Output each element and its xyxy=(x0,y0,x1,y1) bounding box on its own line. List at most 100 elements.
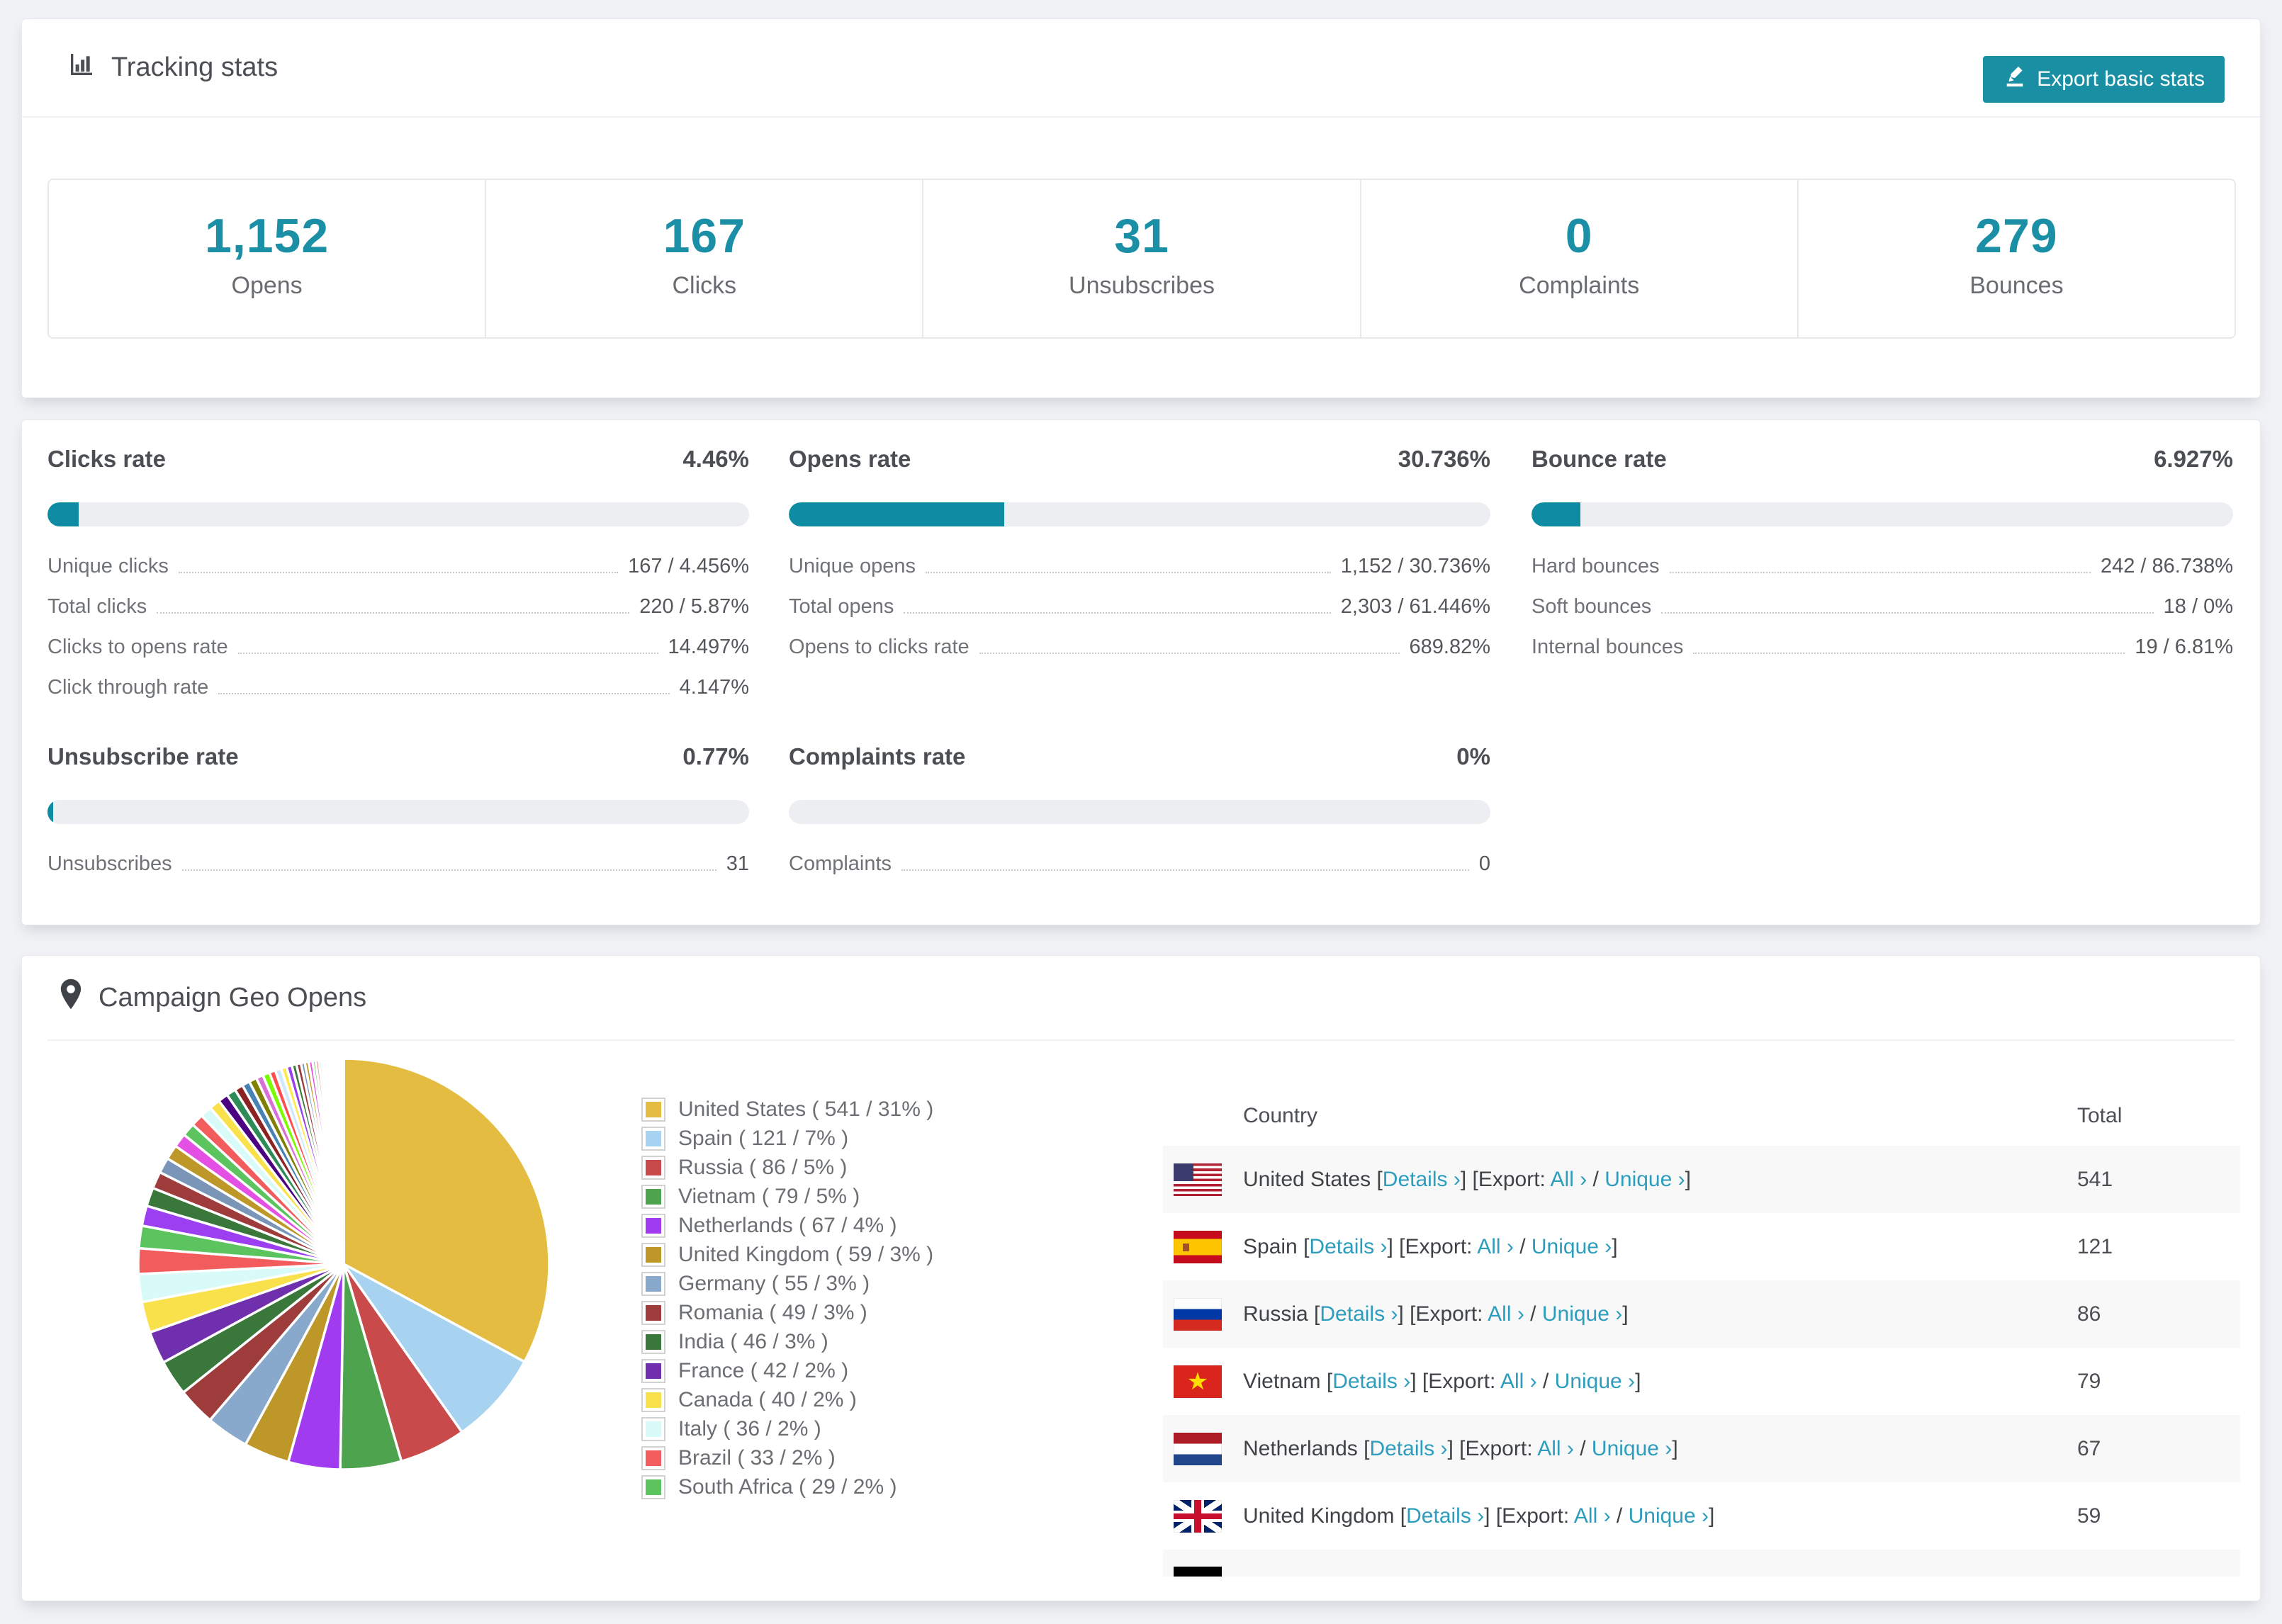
details-link[interactable]: Details › xyxy=(1369,1437,1447,1460)
dotted-leader xyxy=(901,869,1469,871)
rates-card: Clicks rate 4.46% Unique clicks 167 / 4.456… xyxy=(21,419,2261,925)
export-all-link[interactable]: All › xyxy=(1488,1302,1524,1326)
export-label: [Export: xyxy=(1399,1234,1478,1258)
geo-divider xyxy=(47,1039,2235,1041)
tracking-stats-card: Tracking stats Export basic stats 1,152 O… xyxy=(21,18,2261,398)
legend-swatch-color xyxy=(646,1275,661,1292)
stat-value: 1,152 xyxy=(205,209,330,263)
geo-total-value: 121 xyxy=(2077,1234,2113,1258)
rate-detail-rows: Unique clicks 167 / 4.456% Total clicks 220… xyxy=(47,538,749,699)
rate-value: 0% xyxy=(1456,743,1490,769)
export-icon xyxy=(2003,64,2027,94)
legend-swatch xyxy=(641,1126,665,1151)
legend-swatch-color xyxy=(646,1130,661,1146)
geo-titlebar: Campaign Geo Opens xyxy=(59,956,366,1039)
legend-label: United States ( 541 / 31% ) xyxy=(678,1097,934,1121)
export-unique-link[interactable]: Unique › xyxy=(1555,1370,1635,1393)
rate-progress-track xyxy=(1531,502,2233,526)
export-all-link[interactable]: All › xyxy=(1551,1168,1587,1191)
legend-item-romania: Romania ( 49 / 3% ) xyxy=(641,1298,933,1327)
detail-label: Soft bounces xyxy=(1531,595,1652,619)
map-pin-icon xyxy=(59,978,83,1017)
rate-detail-row: Total opens 2,303 / 61.446% xyxy=(789,578,1490,619)
detail-value: 19 / 6.81% xyxy=(2135,636,2233,659)
legend-swatch xyxy=(641,1445,665,1470)
export-unique-link[interactable]: Unique › xyxy=(1531,1235,1612,1258)
detail-label: Opens to clicks rate xyxy=(789,636,969,659)
dotted-leader xyxy=(979,653,1400,654)
legend-item-united-kingdom: United Kingdom ( 59 / 3% ) xyxy=(641,1240,933,1269)
detail-value: 14.497% xyxy=(668,636,750,659)
country-name: Netherlands xyxy=(1243,1436,1364,1460)
export-label: [Export: xyxy=(1410,1302,1488,1326)
legend-swatch-color xyxy=(646,1159,661,1175)
stat-card-opens: 1,152 Opens xyxy=(49,180,485,337)
pie-slice-other[interactable] xyxy=(342,1057,345,1265)
rate-detail-rows: Hard bounces 242 / 86.738% Soft bounces 18 … xyxy=(1531,538,2233,659)
rate-detail-row: Clicks to opens rate 14.497% xyxy=(47,619,749,659)
details-link[interactable]: Details › xyxy=(1320,1302,1398,1326)
rate-section-header: Clicks rate 4.46% xyxy=(47,446,749,473)
legend-label: Spain ( 121 / 7% ) xyxy=(678,1126,849,1150)
geo-row-vietnam: Vietnam [Details ›] [Export: All › / Uni… xyxy=(1163,1348,2240,1415)
details-link[interactable]: Details › xyxy=(1406,1504,1484,1528)
bracket: ] xyxy=(1672,1436,1678,1460)
legend-item-germany: Germany ( 55 / 3% ) xyxy=(641,1269,933,1298)
bracket: ] xyxy=(1709,1504,1715,1528)
export-all-link[interactable]: All › xyxy=(1500,1370,1537,1393)
export-unique-link[interactable]: Unique › xyxy=(1542,1302,1622,1326)
geo-country-cell: Vietnam [Details ›] [Export: All › / Uni… xyxy=(1243,1370,1641,1394)
legend-swatch-color xyxy=(646,1333,661,1350)
pie-legend: United States ( 541 / 31% ) Spain ( 121 /… xyxy=(641,1095,933,1501)
flag-icon-us xyxy=(1174,1163,1222,1196)
legend-label: United Kingdom ( 59 / 3% ) xyxy=(678,1242,934,1266)
legend-label: Vietnam ( 79 / 5% ) xyxy=(678,1184,860,1208)
country-name: United Kingdom xyxy=(1243,1504,1400,1528)
bracket: ] xyxy=(1447,1436,1460,1460)
rate-value: 0.77% xyxy=(682,743,749,769)
detail-value: 18 / 0% xyxy=(2163,595,2233,619)
legend-item-south-africa: South Africa ( 29 / 2% ) xyxy=(641,1472,933,1501)
legend-item-india: India ( 46 / 3% ) xyxy=(641,1327,933,1356)
detail-value: 31 xyxy=(726,852,749,876)
bracket: ] xyxy=(1612,1234,1618,1258)
geo-country-cell: Spain [Details ›] [Export: All › / Uniqu… xyxy=(1243,1235,1618,1259)
stat-card-bounces: 279 Bounces xyxy=(1797,180,2235,337)
legend-item-france: France ( 42 / 2% ) xyxy=(641,1356,933,1385)
details-link[interactable]: Details › xyxy=(1383,1168,1461,1191)
detail-label: Unsubscribes xyxy=(47,852,172,876)
stat-label: Bounces xyxy=(1969,272,2064,299)
legend-swatch xyxy=(641,1474,665,1499)
export-basic-stats-button[interactable]: Export basic stats xyxy=(1983,56,2225,103)
detail-value: 0 xyxy=(1478,852,1490,876)
rate-section-bounce-rate: Bounce rate 6.927% Hard bounces 242 / 86.73… xyxy=(1531,446,2233,659)
export-unique-link[interactable]: Unique › xyxy=(1604,1168,1685,1191)
detail-label: Clicks to opens rate xyxy=(47,636,228,659)
export-all-link[interactable]: All › xyxy=(1477,1235,1514,1258)
export-all-link[interactable]: All › xyxy=(1537,1437,1574,1460)
legend-swatch xyxy=(641,1155,665,1180)
export-button-label: Export basic stats xyxy=(2037,67,2205,91)
stat-label: Clicks xyxy=(672,272,737,299)
geo-col-country: Country xyxy=(1243,1103,1318,1127)
rate-section-header: Opens rate 30.736% xyxy=(789,446,1490,473)
legend-swatch-color xyxy=(646,1101,661,1117)
legend-swatch-color xyxy=(646,1217,661,1234)
detail-value: 2,303 / 61.446% xyxy=(1340,595,1490,619)
geo-country-cell: United States [Details ›] [Export: All ›… xyxy=(1243,1168,1691,1192)
flag-icon-de xyxy=(1174,1567,1222,1577)
dotted-leader xyxy=(1693,653,2125,654)
dotted-leader xyxy=(178,572,619,573)
legend-item-italy: Italy ( 36 / 2% ) xyxy=(641,1414,933,1443)
export-all-link[interactable]: All › xyxy=(1574,1504,1611,1528)
country-name: Vietnam xyxy=(1243,1369,1327,1393)
details-link[interactable]: Details › xyxy=(1332,1370,1410,1393)
slash: / xyxy=(1610,1504,1629,1528)
details-link[interactable]: Details › xyxy=(1309,1235,1387,1258)
flag-icon-nl xyxy=(1174,1432,1222,1465)
export-unique-link[interactable]: Unique › xyxy=(1629,1504,1709,1528)
export-unique-link[interactable]: Unique › xyxy=(1592,1437,1672,1460)
legend-item-spain: Spain ( 121 / 7% ) xyxy=(641,1124,933,1153)
country-name: Spain xyxy=(1243,1234,1304,1258)
rate-detail-rows: Unique opens 1,152 / 30.736% Total opens 2,… xyxy=(789,538,1490,659)
